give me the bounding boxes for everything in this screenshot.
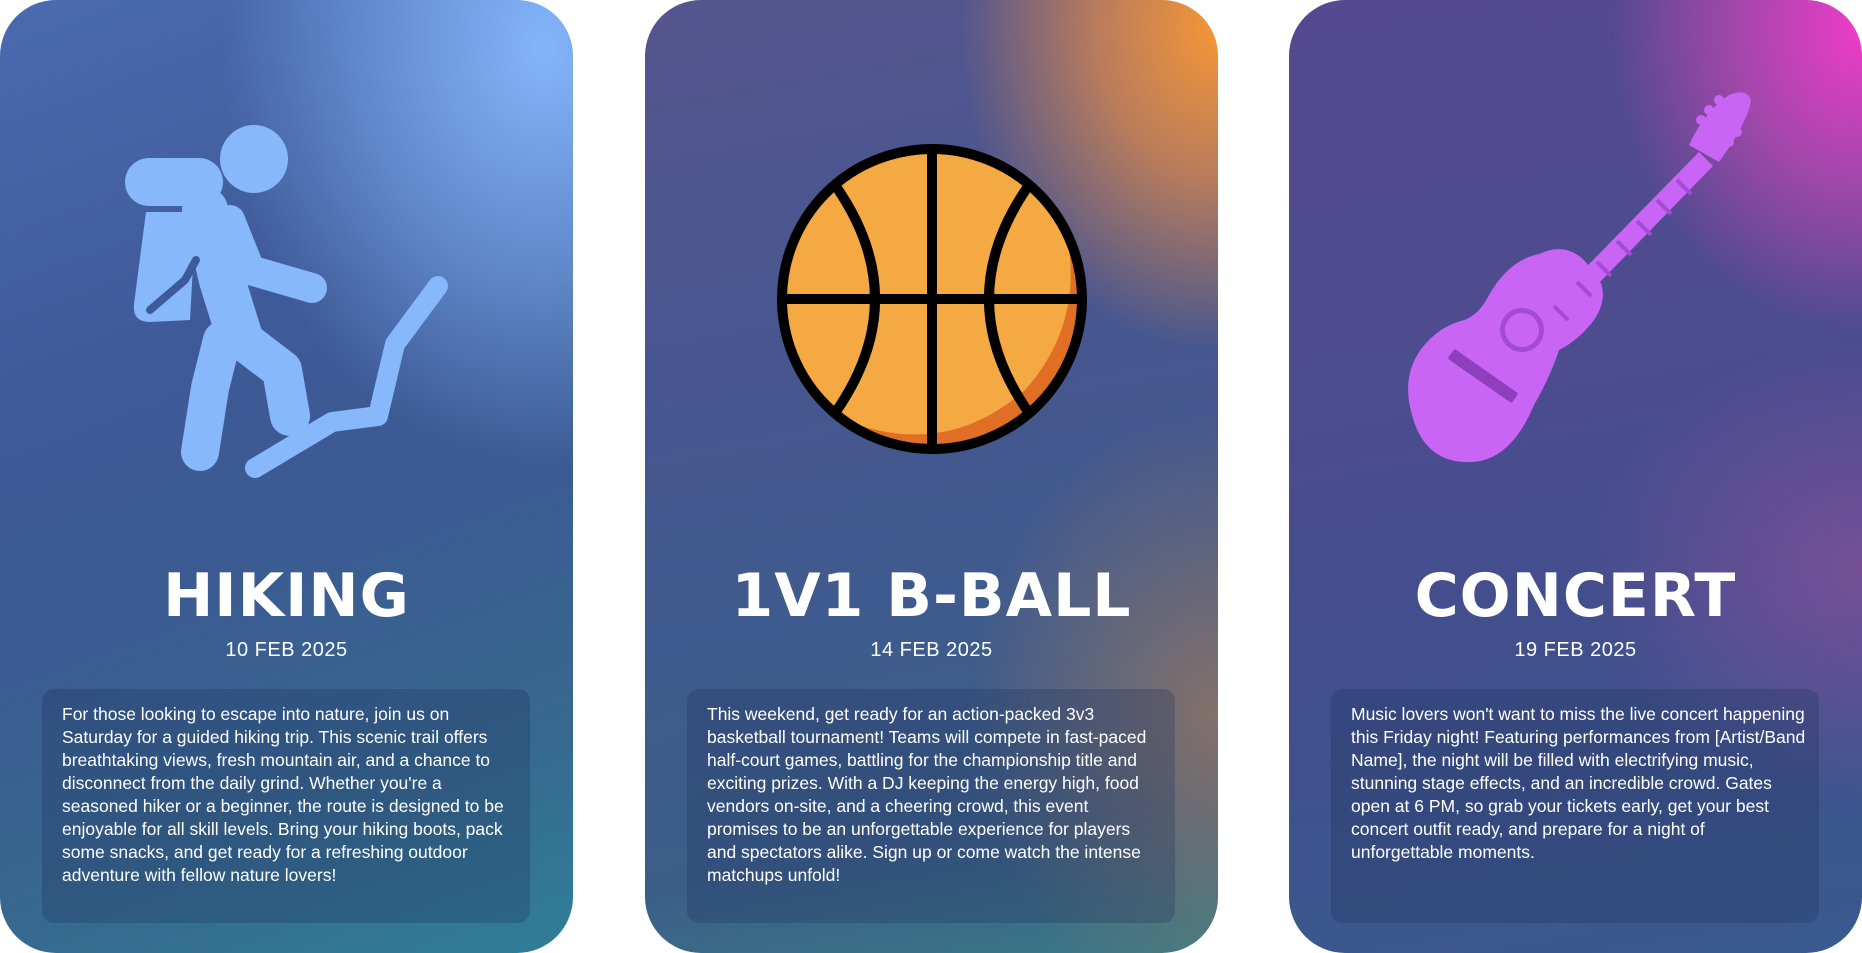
hiker-icon	[0, 70, 573, 490]
basketball-icon	[645, 70, 1218, 490]
event-description: Music lovers won't want to miss the live…	[1351, 704, 1806, 862]
event-description: For those looking to escape into nature,…	[62, 704, 504, 885]
event-description-box: For those looking to escape into nature,…	[42, 689, 530, 923]
event-cards-row: HIKING 10 FEB 2025 For those looking to …	[0, 0, 1862, 953]
event-date: 10 FEB 2025	[225, 639, 348, 661]
guitar-icon	[1289, 70, 1862, 490]
event-card-hiking[interactable]: HIKING 10 FEB 2025 For those looking to …	[0, 0, 573, 953]
event-description-box: This weekend, get ready for an action-pa…	[687, 689, 1175, 923]
event-title: HIKING	[163, 561, 410, 631]
event-date: 14 FEB 2025	[870, 639, 993, 661]
event-card-concert[interactable]: CONCERT 19 FEB 2025 Music lovers won't w…	[1289, 0, 1862, 953]
event-title: CONCERT	[1414, 561, 1737, 631]
event-description-box: Music lovers won't want to miss the live…	[1331, 689, 1819, 923]
event-title: 1V1 B-BALL	[731, 561, 1132, 631]
event-date: 19 FEB 2025	[1514, 639, 1637, 661]
event-card-bball[interactable]: 1V1 B-BALL 14 FEB 2025 This weekend, get…	[645, 0, 1218, 953]
event-description: This weekend, get ready for an action-pa…	[707, 704, 1147, 885]
